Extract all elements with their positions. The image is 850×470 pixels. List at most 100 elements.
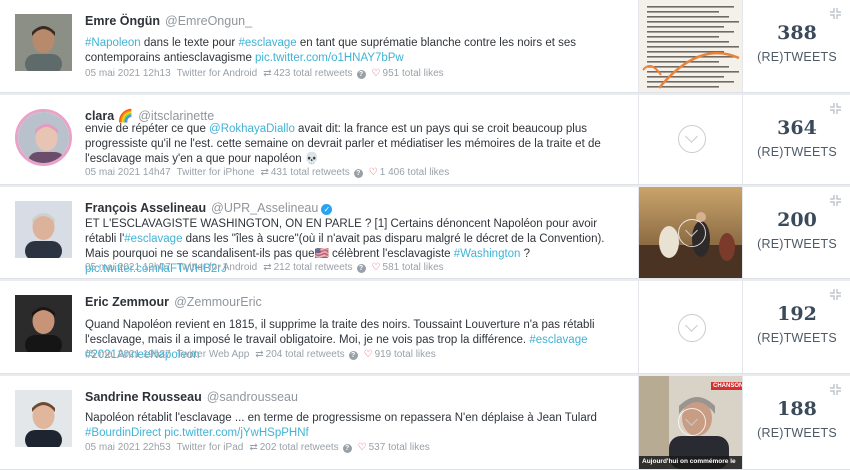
tweet-row[interactable]: Sandrine Rousseau @sandrousseau Napoléon r…	[0, 376, 850, 470]
fullscreen-icon[interactable]	[830, 8, 841, 19]
author-handle[interactable]: @UPR_Asselineau	[211, 201, 318, 215]
tweet-row[interactable]: Emre Öngün @EmreOngun_ #Napoleon dans le t…	[0, 0, 850, 93]
expand-chevron-icon[interactable]	[678, 219, 706, 247]
avatar[interactable]	[15, 109, 72, 166]
avatar-image	[15, 201, 72, 258]
retweet-count: 202 total retweets	[259, 442, 339, 453]
avatar[interactable]	[15, 14, 72, 71]
author-name[interactable]: Sandrine Rousseau	[85, 390, 202, 404]
expand-chevron-icon[interactable]	[678, 314, 706, 342]
like-count: 581 total likes	[382, 262, 444, 273]
tweet-media[interactable]: CHANSONT. Aujourd'hui on commémore le	[638, 376, 743, 469]
help-icon[interactable]: ?	[353, 169, 363, 178]
avatar-image	[15, 295, 72, 352]
tweet-row[interactable]: François Asselineau @UPR_Asselineau ✓ ET L'…	[0, 187, 850, 279]
tweet-date[interactable]: 05 mai 2021 19h37	[85, 349, 171, 360]
author-name[interactable]: clara 🌈	[85, 109, 133, 123]
retweet-label: (RE)TWEETS	[757, 426, 837, 440]
tweet-meta: 05 mai 2021 12h07 Twitter for Android ⇄ 212…	[85, 262, 450, 273]
heart-icon: ♡	[368, 167, 378, 178]
retweet-stat: 200 (RE)TWEETS	[744, 209, 850, 251]
tweet-source: Twitter for Android	[176, 262, 258, 273]
document-image	[639, 0, 742, 92]
tweet-date[interactable]: 05 mai 2021 22h53	[85, 442, 171, 453]
fullscreen-icon[interactable]	[830, 103, 841, 114]
retweet-label: (RE)TWEETS	[757, 237, 837, 251]
author-handle[interactable]: @itsclarinette	[138, 109, 214, 123]
tweet-media[interactable]	[638, 0, 743, 92]
tweet-text: Napoléon rétablit l'esclavage ... en ter…	[85, 411, 630, 441]
heart-icon: ♡	[371, 68, 381, 79]
tweet-text: #Napoleon dans le texte pour #esclavage …	[85, 36, 630, 66]
video-badge: CHANSONT.	[711, 382, 742, 390]
like-count: 1 406 total likes	[379, 167, 450, 178]
author-handle[interactable]: @EmreOngun_	[165, 14, 252, 28]
tweet-date[interactable]: 05 mai 2021 12h07	[85, 262, 171, 273]
retweet-icon: ⇄	[260, 167, 269, 178]
avatar[interactable]	[15, 295, 72, 352]
tweet-header: Eric Zemmour @ZemmourEric	[85, 295, 262, 309]
tweet-link[interactable]: pic.twitter.com/jYwHSpPHNf	[164, 427, 308, 439]
retweet-total: 388	[777, 22, 817, 44]
tweet-header: Sandrine Rousseau @sandrousseau	[85, 390, 298, 404]
author-handle[interactable]: @ZemmourEric	[174, 295, 262, 309]
tweet-list: Emre Öngün @EmreOngun_ #Napoleon dans le t…	[0, 0, 850, 470]
tweet-link[interactable]: #Washington	[454, 248, 521, 260]
author-name[interactable]: François Asselineau	[85, 201, 206, 215]
tweet-link[interactable]: #BourdinDirect	[85, 427, 161, 439]
tweet-text-segment: envie de répéter ce que	[85, 123, 210, 135]
tweet-link[interactable]: pic.twitter.com/o1HNAY7bPw	[255, 52, 404, 64]
retweet-stat: 388 (RE)TWEETS	[744, 22, 850, 64]
retweet-count: 423 total retweets	[273, 68, 353, 79]
tweet-text-segment: Napoléon rétablit l'esclavage ... en ter…	[85, 412, 597, 424]
retweet-total: 364	[777, 117, 817, 139]
fullscreen-icon[interactable]	[830, 195, 841, 206]
tweet-meta: 05 mai 2021 19h37 Twitter Web App ⇄ 204 tot…	[85, 349, 442, 360]
fullscreen-icon[interactable]	[830, 384, 841, 395]
tweet-text-segment: ?	[520, 248, 531, 260]
tweet-source: Twitter Web App	[176, 349, 250, 360]
help-icon[interactable]: ?	[356, 70, 366, 79]
retweet-label: (RE)TWEETS	[757, 50, 837, 64]
avatar-image	[15, 14, 72, 71]
tweet-media[interactable]	[638, 187, 743, 278]
tweet-date[interactable]: 05 mai 2021 12h13	[85, 68, 171, 79]
tweet-date[interactable]: 05 mai 2021 14h47	[85, 167, 171, 178]
tweet-link[interactable]: #esclavage	[124, 233, 182, 245]
fullscreen-icon-glyph	[830, 195, 841, 206]
help-icon[interactable]: ?	[348, 351, 358, 360]
tweet-text: envie de répéter ce que @RokhayaDiallo a…	[85, 122, 630, 167]
tweet-link[interactable]: @RokhayaDiallo	[209, 123, 295, 135]
verified-badge-icon: ✓	[321, 204, 333, 215]
author-name[interactable]: Eric Zemmour	[85, 295, 169, 309]
retweet-stat: 364 (RE)TWEETS	[744, 117, 850, 159]
fullscreen-icon-glyph	[830, 289, 841, 300]
tweet-row[interactable]: clara 🌈 @itsclarinette envie de répéter ce…	[0, 95, 850, 185]
author-handle[interactable]: @sandrousseau	[207, 390, 298, 404]
retweet-count: 212 total retweets	[273, 262, 353, 273]
expand-chevron-icon[interactable]	[678, 125, 706, 153]
fullscreen-icon[interactable]	[830, 289, 841, 300]
tweet-media[interactable]	[638, 95, 743, 184]
tweet-meta: 05 mai 2021 12h13 Twitter for Android ⇄ 423…	[85, 68, 450, 79]
tweet-meta: 05 mai 2021 14h47 Twitter for iPhone ⇄ 431 …	[85, 167, 455, 178]
tweet-link[interactable]: #Napoleon	[85, 37, 141, 49]
help-icon[interactable]: ?	[356, 264, 366, 273]
tweet-text-segment: dans le texte pour	[140, 37, 239, 49]
tweet-media[interactable]	[638, 281, 743, 373]
expand-chevron-icon[interactable]	[678, 408, 706, 436]
video-caption: Aujourd'hui on commémore le	[642, 458, 736, 465]
avatar-image	[15, 390, 72, 447]
fullscreen-icon-glyph	[830, 384, 841, 395]
retweet-total: 192	[777, 303, 817, 325]
help-icon[interactable]: ?	[342, 444, 352, 453]
avatar[interactable]	[15, 201, 72, 258]
tweet-row[interactable]: Eric Zemmour @ZemmourEric Quand Napoléon r…	[0, 281, 850, 374]
retweet-count: 431 total retweets	[270, 167, 350, 178]
tweet-link[interactable]: #esclavage	[238, 37, 296, 49]
author-name[interactable]: Emre Öngün	[85, 14, 160, 28]
tweet-meta: 05 mai 2021 22h53 Twitter for iPad ⇄ 202 to…	[85, 442, 436, 453]
avatar[interactable]	[15, 390, 72, 447]
tweet-link[interactable]: #esclavage	[529, 334, 587, 346]
retweet-stat: 192 (RE)TWEETS	[744, 303, 850, 345]
